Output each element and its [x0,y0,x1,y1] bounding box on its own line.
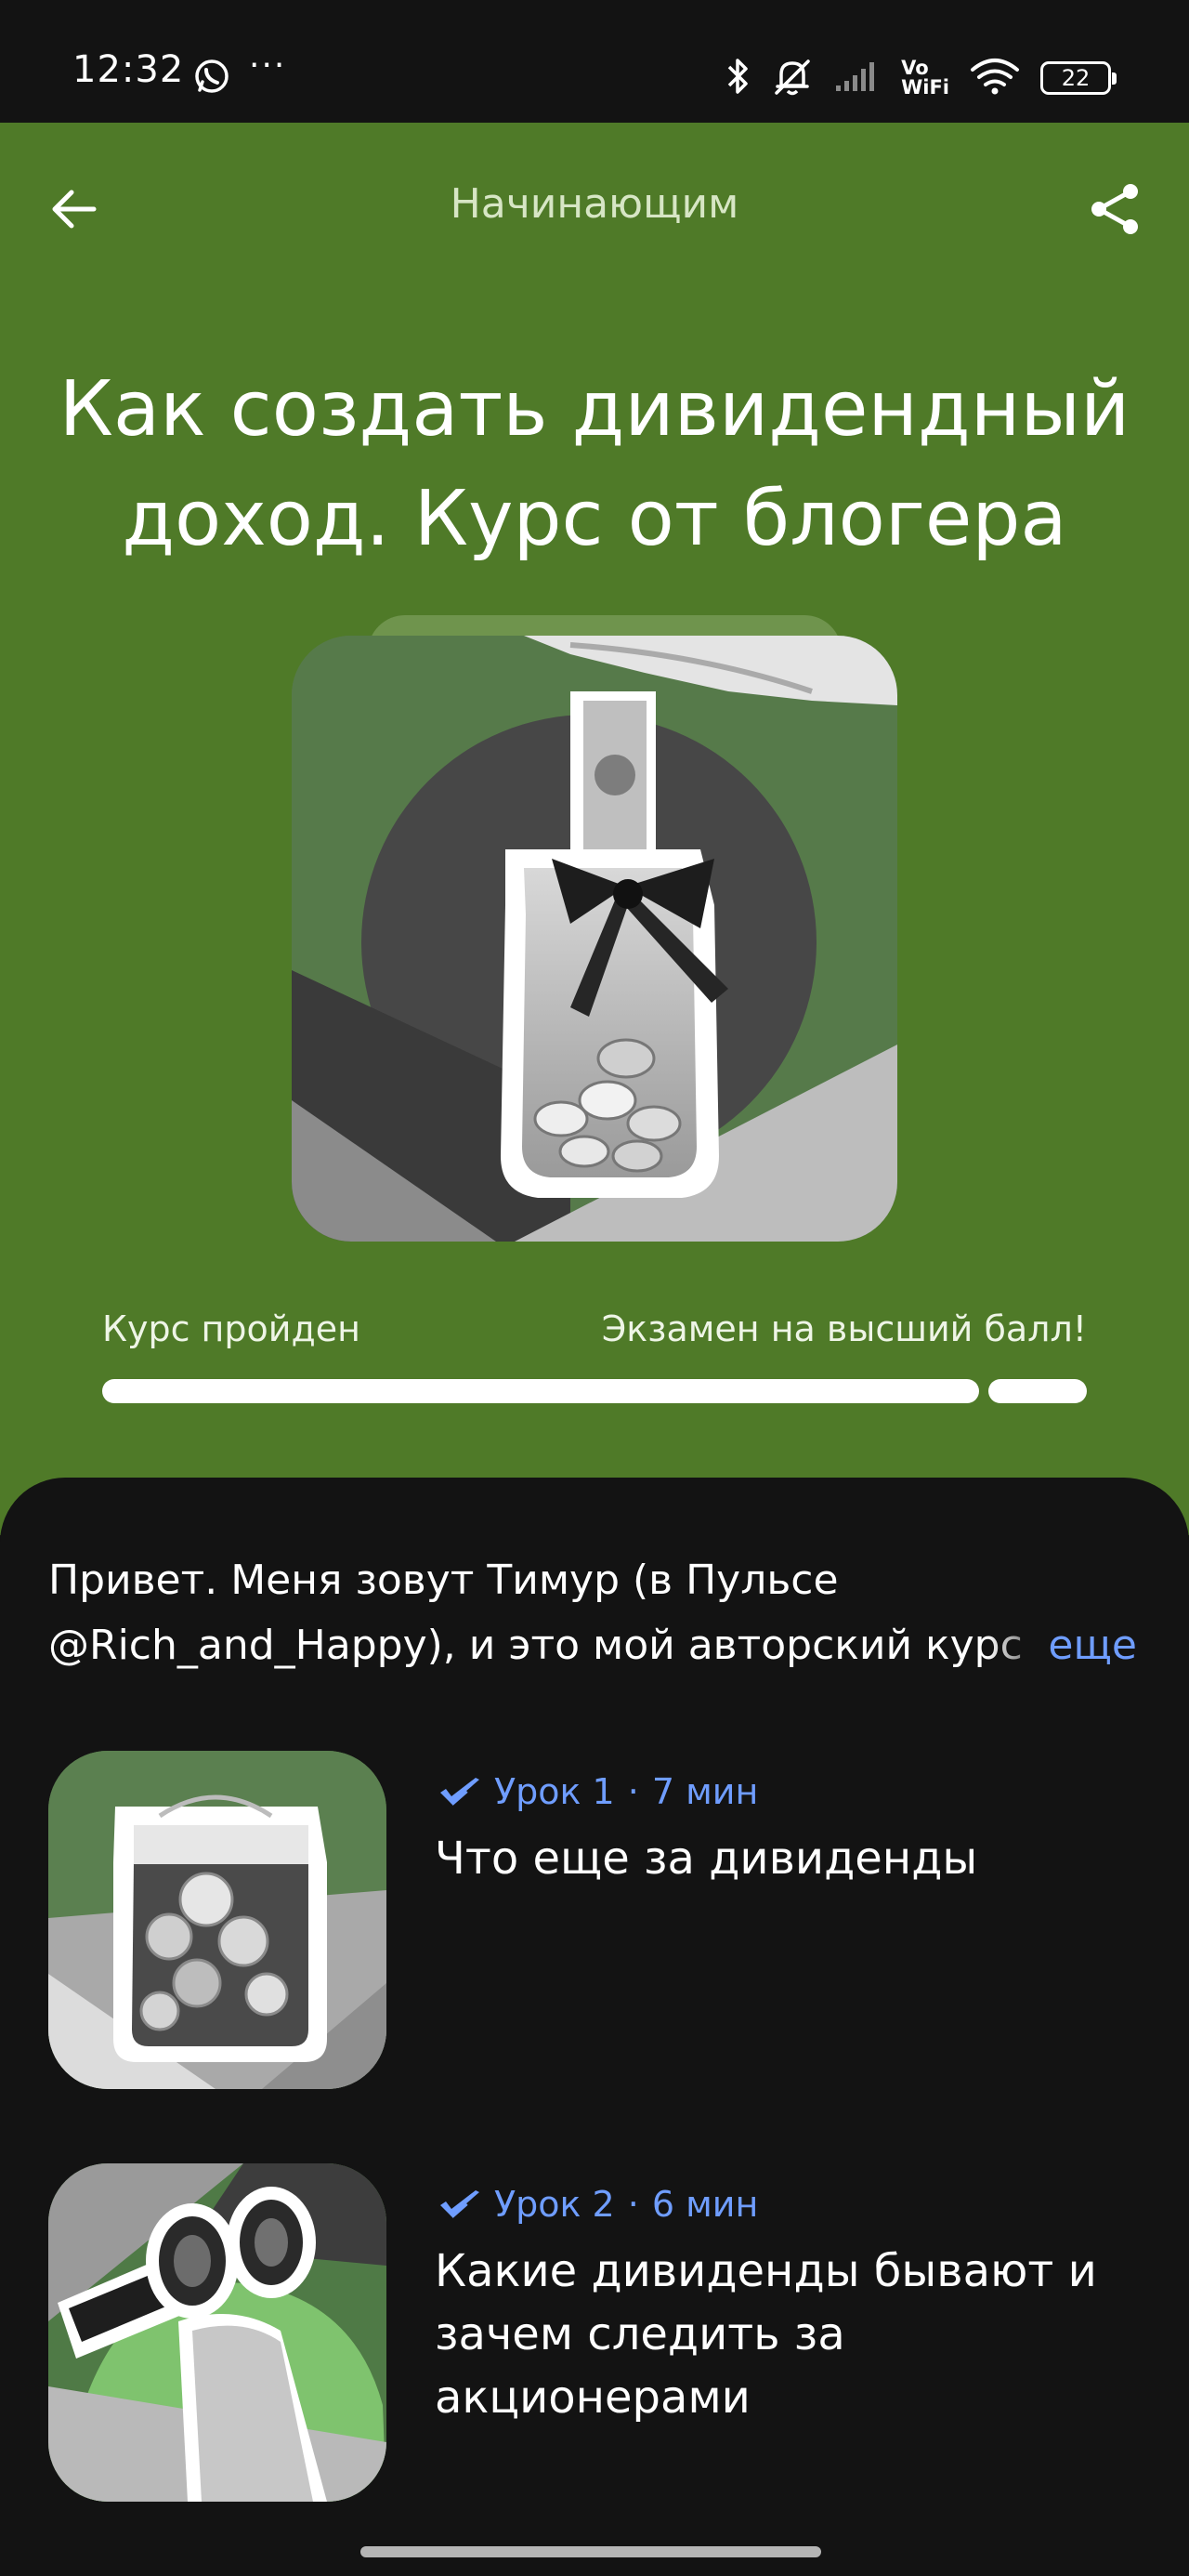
category-title: Начинающим [450,180,739,228]
lesson-title: Что еще за дивиденды [435,1833,978,1885]
lesson-title: Какие дивиденды бывают и зачем следить з… [435,2245,1097,2424]
exam-progress-segment [988,1379,1087,1403]
meta-separator: · [627,2184,639,2225]
course-title: Как создать дивидендный доход. Курс от б… [59,365,1130,563]
lesson-number: Урок 2 [494,2184,615,2225]
lesson-thumbnail [48,1751,386,2089]
arrow-left-icon [52,190,97,229]
lesson-meta: Урок 2 · 6 мин [438,2184,758,2225]
checkmark-icon [440,1778,479,1806]
lesson-duration: 6 мин [651,2184,759,2225]
course-description-text: Привет. Меня зовут Тимур (в Пульсе @Rich… [48,1557,1023,1669]
course-progress-segment [102,1379,979,1403]
course-cover-image [292,636,897,1242]
lesson-duration: 7 мин [651,1771,759,1812]
exam-progress-label: Экзамен на высший балл! [601,1308,1087,1349]
lesson-meta: Урок 1 · 7 мин [438,1771,758,1812]
share-icon [1091,184,1138,234]
back-button[interactable] [41,177,106,242]
course-progress-label: Курс пройден [102,1308,360,1349]
status-icons: Vo WiFi 22 [726,52,1117,104]
show-more-link[interactable]: еще [1048,1613,1137,1678]
vowifi-indicator: Vo WiFi [901,57,949,99]
bluetooth-icon [726,56,751,100]
lesson-thumbnail [48,2163,386,2502]
signal-icon [834,59,881,97]
app-screen: 12:32 ··· Vo WiFi 22 Начинающим Как созд… [0,0,1189,2576]
progress-labels: Курс пройден Экзамен на высший балл! [102,1308,1087,1355]
status-time: 12:32 [72,48,185,91]
meta-separator: · [627,1771,639,1812]
course-content-sheet: Привет. Меня зовут Тимур (в Пульсе @Rich… [0,1478,1189,2576]
lesson-item[interactable]: Урок 1 · 7 мин Что еще за дивиденды [48,1751,1144,2089]
lesson-item[interactable]: Урок 2 · 6 мин Какие дивиденды бывают и … [48,2163,1144,2502]
mute-bell-icon [771,56,814,100]
more-notifications-icon: ··· [249,46,287,85]
lesson-number: Урок 1 [494,1771,615,1812]
share-button[interactable] [1083,177,1148,242]
course-description[interactable]: Привет. Меня зовут Тимур (в Пульсе @Rich… [48,1548,1144,1678]
checkmark-icon [440,2190,479,2218]
battery-indicator: 22 [1040,61,1117,95]
wifi-icon [970,58,1020,99]
home-indicator[interactable] [360,2546,821,2557]
course-progress-bar [102,1379,1087,1403]
status-bar: 12:32 ··· Vo WiFi 22 [0,0,1189,123]
whatsapp-icon [193,58,230,99]
course-header: Начинающим Как создать дивидендный доход… [0,123,1189,1535]
